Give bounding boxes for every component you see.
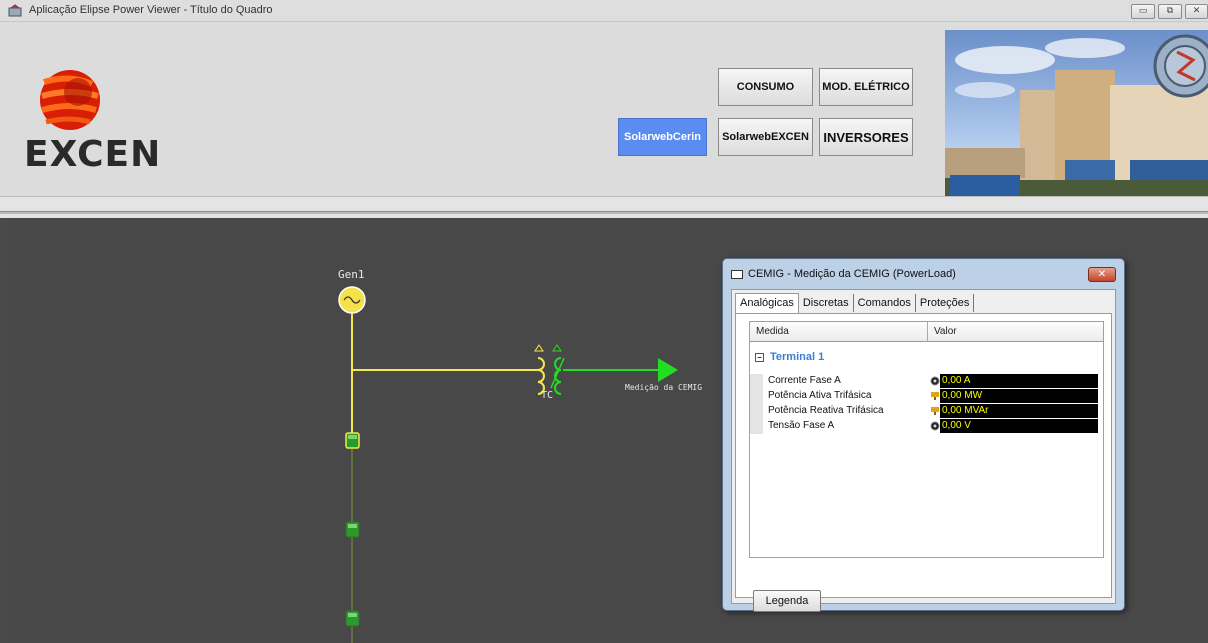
terminal-label: Terminal 1 [770,351,825,363]
building-image [945,34,1208,196]
gauge-icon [930,376,940,386]
tab-discretas[interactable]: Discretas [799,294,854,312]
minimize-icon: ▭ [1138,6,1148,16]
gauge-icon [930,421,940,431]
column-header-medida[interactable]: Medida [750,322,928,342]
dialog-tabs: Analógicas Discretas Comandos Proteções [735,293,975,314]
breaker-icon[interactable] [345,610,360,627]
dialog-title: CEMIG - Medição da CEMIG (PowerLoad) [748,268,956,280]
restore-button[interactable]: ⧉ [1158,4,1182,19]
breaker-icon[interactable] [345,432,360,449]
row-name: Tensão Fase A [768,420,835,431]
mod-eletrico-button[interactable]: MOD. ELÉTRICO [819,68,913,106]
power-icon [931,392,939,400]
tab-protecoes[interactable]: Proteções [916,294,975,312]
terminal-group[interactable]: − Terminal 1 [755,351,824,363]
header: EXCEN CONSUMO MOD. ELÉTRICO SolarwebCeri… [0,22,1208,196]
measurement-dialog: CEMIG - Medição da CEMIG (PowerLoad) ✕ A… [722,258,1125,612]
collapse-icon[interactable]: − [755,352,764,362]
inversores-button[interactable]: INVERSORES [819,118,913,156]
measurement-grid: Medida Valor − Terminal 1 Corrente Fase A… [749,321,1104,558]
row-value: 0,00 MVAr [940,404,1098,418]
generator-label: Gen1 [338,268,365,281]
row-name: Corrente Fase A [768,375,841,386]
close-icon: ✕ [1192,6,1201,16]
close-button[interactable]: ✕ [1185,4,1208,19]
row-value: 0,00 A [940,374,1098,388]
table-row[interactable]: Tensão Fase A 0,00 V [750,419,1103,434]
header-separator [0,196,1208,218]
close-icon: ✕ [1097,269,1107,280]
logo-text: EXCEN [24,134,162,175]
tc-transformer-icon[interactable] [534,344,565,395]
row-name: Potência Ativa Trifásica [768,390,872,401]
row-value: 0,00 MW [940,389,1098,403]
power-icon [931,407,939,415]
dialog-close-button[interactable]: ✕ [1088,267,1116,282]
column-header-valor[interactable]: Valor [928,322,1103,342]
solarwebcerin-button[interactable]: SolarwebCerin [618,118,707,156]
excen-logo-icon [40,70,100,130]
breaker-icon[interactable] [345,521,360,538]
building-photo [945,30,1208,196]
table-row[interactable]: Potência Ativa Trifásica 0,00 MW [750,389,1103,404]
consumo-button[interactable]: CONSUMO [718,68,813,106]
title-bar: Aplicação Elipse Power Viewer - Título d… [0,0,1208,22]
restore-icon: ⧉ [1166,6,1174,16]
legend-button[interactable]: Legenda [753,590,821,612]
tab-analogicas[interactable]: Analógicas [735,293,799,313]
app-icon [8,4,22,17]
dialog-body: Analógicas Discretas Comandos Proteções … [731,289,1116,612]
row-value: 0,00 V [940,419,1098,433]
dialog-window-icon [731,270,743,279]
measurement-label: Medição da CEMIG [625,383,703,392]
app-window: Aplicação Elipse Power Viewer - Título d… [0,0,1208,643]
tab-comandos[interactable]: Comandos [854,294,916,312]
row-name: Potência Reativa Trifásica [768,405,884,416]
tc-label: TC [541,390,554,401]
minimize-button[interactable]: ▭ [1131,4,1155,19]
measurement-arrow-icon[interactable] [658,358,678,382]
table-row[interactable]: Potência Reativa Trifásica 0,00 MVAr [750,404,1103,419]
window-title: Aplicação Elipse Power Viewer - Título d… [29,4,273,16]
tab-panel: Medida Valor − Terminal 1 Corrente Fase A… [735,313,1112,612]
table-row[interactable]: Corrente Fase A 0,00 A [750,374,1103,389]
solarwebexcen-button[interactable]: SolarwebEXCEN [718,118,813,156]
